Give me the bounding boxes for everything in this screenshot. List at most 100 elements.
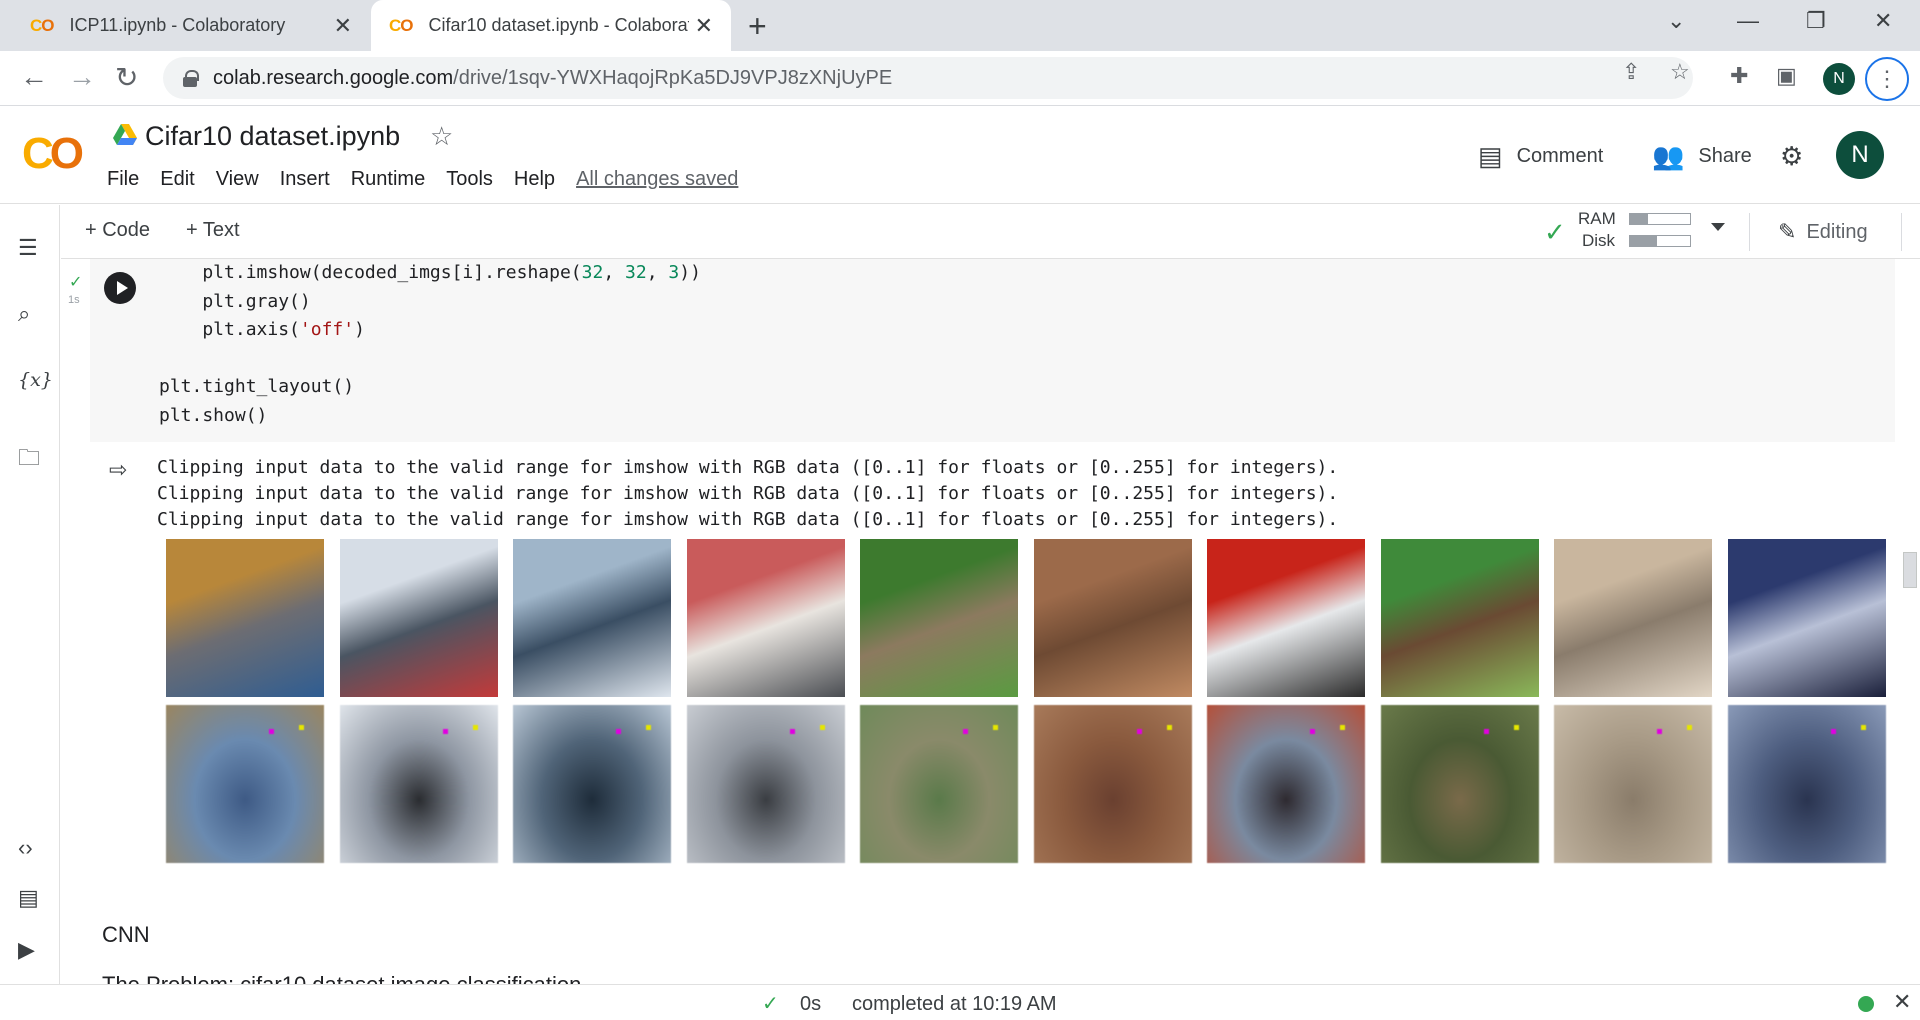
comment-label: Comment [1516, 145, 1604, 167]
original-image [860, 539, 1018, 697]
decoded-image [339, 705, 498, 863]
google-drive-icon[interactable] [113, 124, 137, 146]
tab-title: Cifar10 dataset.ipynb - Colaboratory [428, 15, 689, 35]
artifact-pixel [1166, 725, 1172, 730]
output-actions-icon[interactable]: ⇨ [109, 457, 127, 483]
colab-favicon-icon: CO [30, 15, 55, 35]
code-line: plt.show() [159, 402, 701, 431]
artifact-pixel [963, 729, 968, 734]
menu-insert[interactable]: Insert [280, 168, 330, 191]
new-tab-icon[interactable]: + [748, 8, 767, 45]
code-token: plt.show() [159, 404, 268, 426]
artifact-pixel [269, 729, 274, 734]
scrollbar-thumb[interactable] [1903, 552, 1917, 588]
chevron-down-icon[interactable]: ⌄ [1667, 8, 1685, 34]
terminal-icon[interactable]: ▶ [18, 937, 35, 963]
menu-edit[interactable]: Edit [160, 168, 194, 191]
minimize-icon[interactable]: — [1737, 8, 1759, 34]
artifact-pixel [993, 725, 998, 730]
runtime-status-dot [1858, 996, 1874, 1012]
menu-file[interactable]: File [107, 168, 139, 191]
share-label: Share [1698, 145, 1752, 167]
artifact-pixel [1136, 729, 1142, 734]
disk-usage-bar[interactable] [1629, 235, 1691, 247]
variables-icon[interactable]: {x} [18, 369, 53, 391]
artifact-pixel [1483, 729, 1489, 734]
code-token: plt.gray() [159, 290, 311, 312]
extensions-icon[interactable]: ✚ [1730, 63, 1748, 89]
share-button[interactable]: 👥 Share [1652, 141, 1752, 172]
artifact-pixel [1860, 725, 1866, 730]
code-token: 32 [581, 262, 604, 283]
bookmark-star-icon[interactable]: ☆ [1670, 59, 1690, 85]
output-text: Clipping input data to the valid range f… [157, 455, 1338, 533]
status-check-icon: ✓ [762, 993, 779, 1015]
comment-button[interactable]: ▤ Comment [1478, 141, 1603, 172]
original-image [1380, 539, 1539, 697]
text-cell-paragraph[interactable]: The Problem: cifar10 dataset image class… [102, 970, 581, 985]
gear-icon: ⚙ [1780, 141, 1804, 171]
divider [1749, 213, 1750, 251]
forward-icon[interactable]: → [68, 61, 96, 93]
close-icon[interactable]: ✕ [1893, 989, 1911, 1015]
artifact-pixel [789, 729, 795, 734]
browser-tab-cifar10[interactable]: CO Cifar10 dataset.ipynb - Colaboratory … [371, 0, 731, 51]
table-of-contents-icon[interactable]: ☰ [18, 235, 38, 261]
artifact-pixel [819, 725, 825, 730]
artifact-pixel [1340, 725, 1345, 730]
notebook-title[interactable]: Cifar10 dataset.ipynb [145, 121, 400, 152]
colab-logo[interactable]: CO [22, 129, 84, 179]
decoded-image [166, 705, 324, 863]
ram-usage-bar[interactable] [1629, 213, 1691, 225]
menu-help[interactable]: Help [514, 168, 555, 191]
menu-tools[interactable]: Tools [446, 168, 493, 191]
execution-time: 1s [68, 294, 80, 306]
status-bar: ✓ 0s completed at 10:19 AM ✕ [0, 984, 1920, 1020]
star-icon[interactable]: ☆ [430, 121, 453, 152]
code-token: plt.imshow(decoded_imgs[i].reshape( [159, 262, 582, 283]
share-page-icon[interactable]: ⇪ [1622, 59, 1640, 85]
decoded-image [1554, 705, 1712, 863]
side-panel-icon[interactable]: ▣ [1776, 63, 1797, 89]
code-token: 32 [625, 262, 647, 283]
decoded-image [860, 705, 1018, 863]
code-token: )) [679, 262, 701, 283]
browser-menu-icon[interactable]: ⋮ [1865, 57, 1909, 101]
resources-dropdown-icon[interactable] [1711, 223, 1725, 231]
output-line: Clipping input data to the valid range f… [157, 483, 1339, 504]
code-snippets-icon[interactable]: ‹› [18, 835, 33, 861]
user-avatar[interactable]: N [1836, 131, 1884, 179]
browser-tab-icp11[interactable]: CO ICP11.ipynb - Colaboratory ✕ [0, 0, 370, 51]
close-icon[interactable]: ✕ [334, 13, 352, 39]
back-icon[interactable]: ← [20, 61, 48, 93]
save-status-link[interactable]: All changes saved [576, 168, 738, 191]
search-icon[interactable]: ⌕ [18, 301, 30, 327]
output-line: Clipping input data to the valid range f… [157, 457, 1339, 478]
code-editor[interactable]: plt.imshow(decoded_imgs[i].reshape(32, 3… [159, 259, 701, 430]
close-window-icon[interactable]: ✕ [1874, 8, 1892, 34]
run-cell-button[interactable] [104, 272, 136, 304]
text-cell-heading[interactable]: CNN [102, 922, 150, 948]
code-token: 'off' [299, 319, 355, 340]
url-host: colab.research.google.com [213, 66, 454, 89]
add-text-button[interactable]: + Text [186, 219, 240, 242]
colab-favicon-icon: CO [389, 15, 414, 35]
artifact-pixel [1657, 729, 1662, 734]
close-icon[interactable]: ✕ [695, 13, 713, 39]
menu-view[interactable]: View [216, 168, 259, 191]
reload-icon[interactable]: ↻ [115, 61, 138, 94]
decoded-image [513, 705, 671, 863]
address-bar[interactable]: colab.research.google.com/drive/1sqv-YWX… [163, 57, 1693, 99]
restore-icon[interactable]: ❐ [1806, 8, 1826, 34]
editing-mode-button[interactable]: ✎ Editing [1778, 219, 1868, 245]
output-line: Clipping input data to the valid range f… [157, 509, 1339, 530]
profile-avatar[interactable]: N [1823, 63, 1855, 95]
status-message[interactable]: completed at 10:19 AM [852, 993, 1057, 1016]
menu-runtime[interactable]: Runtime [351, 168, 425, 191]
command-palette-icon[interactable]: ▤ [18, 885, 39, 911]
folder-icon[interactable]: 🗀 [18, 441, 40, 479]
settings-button[interactable]: ⚙ [1780, 141, 1817, 172]
add-code-button[interactable]: + Code [85, 219, 150, 242]
decoded-image [1727, 705, 1886, 863]
code-line: plt.axis('off') [159, 316, 701, 345]
